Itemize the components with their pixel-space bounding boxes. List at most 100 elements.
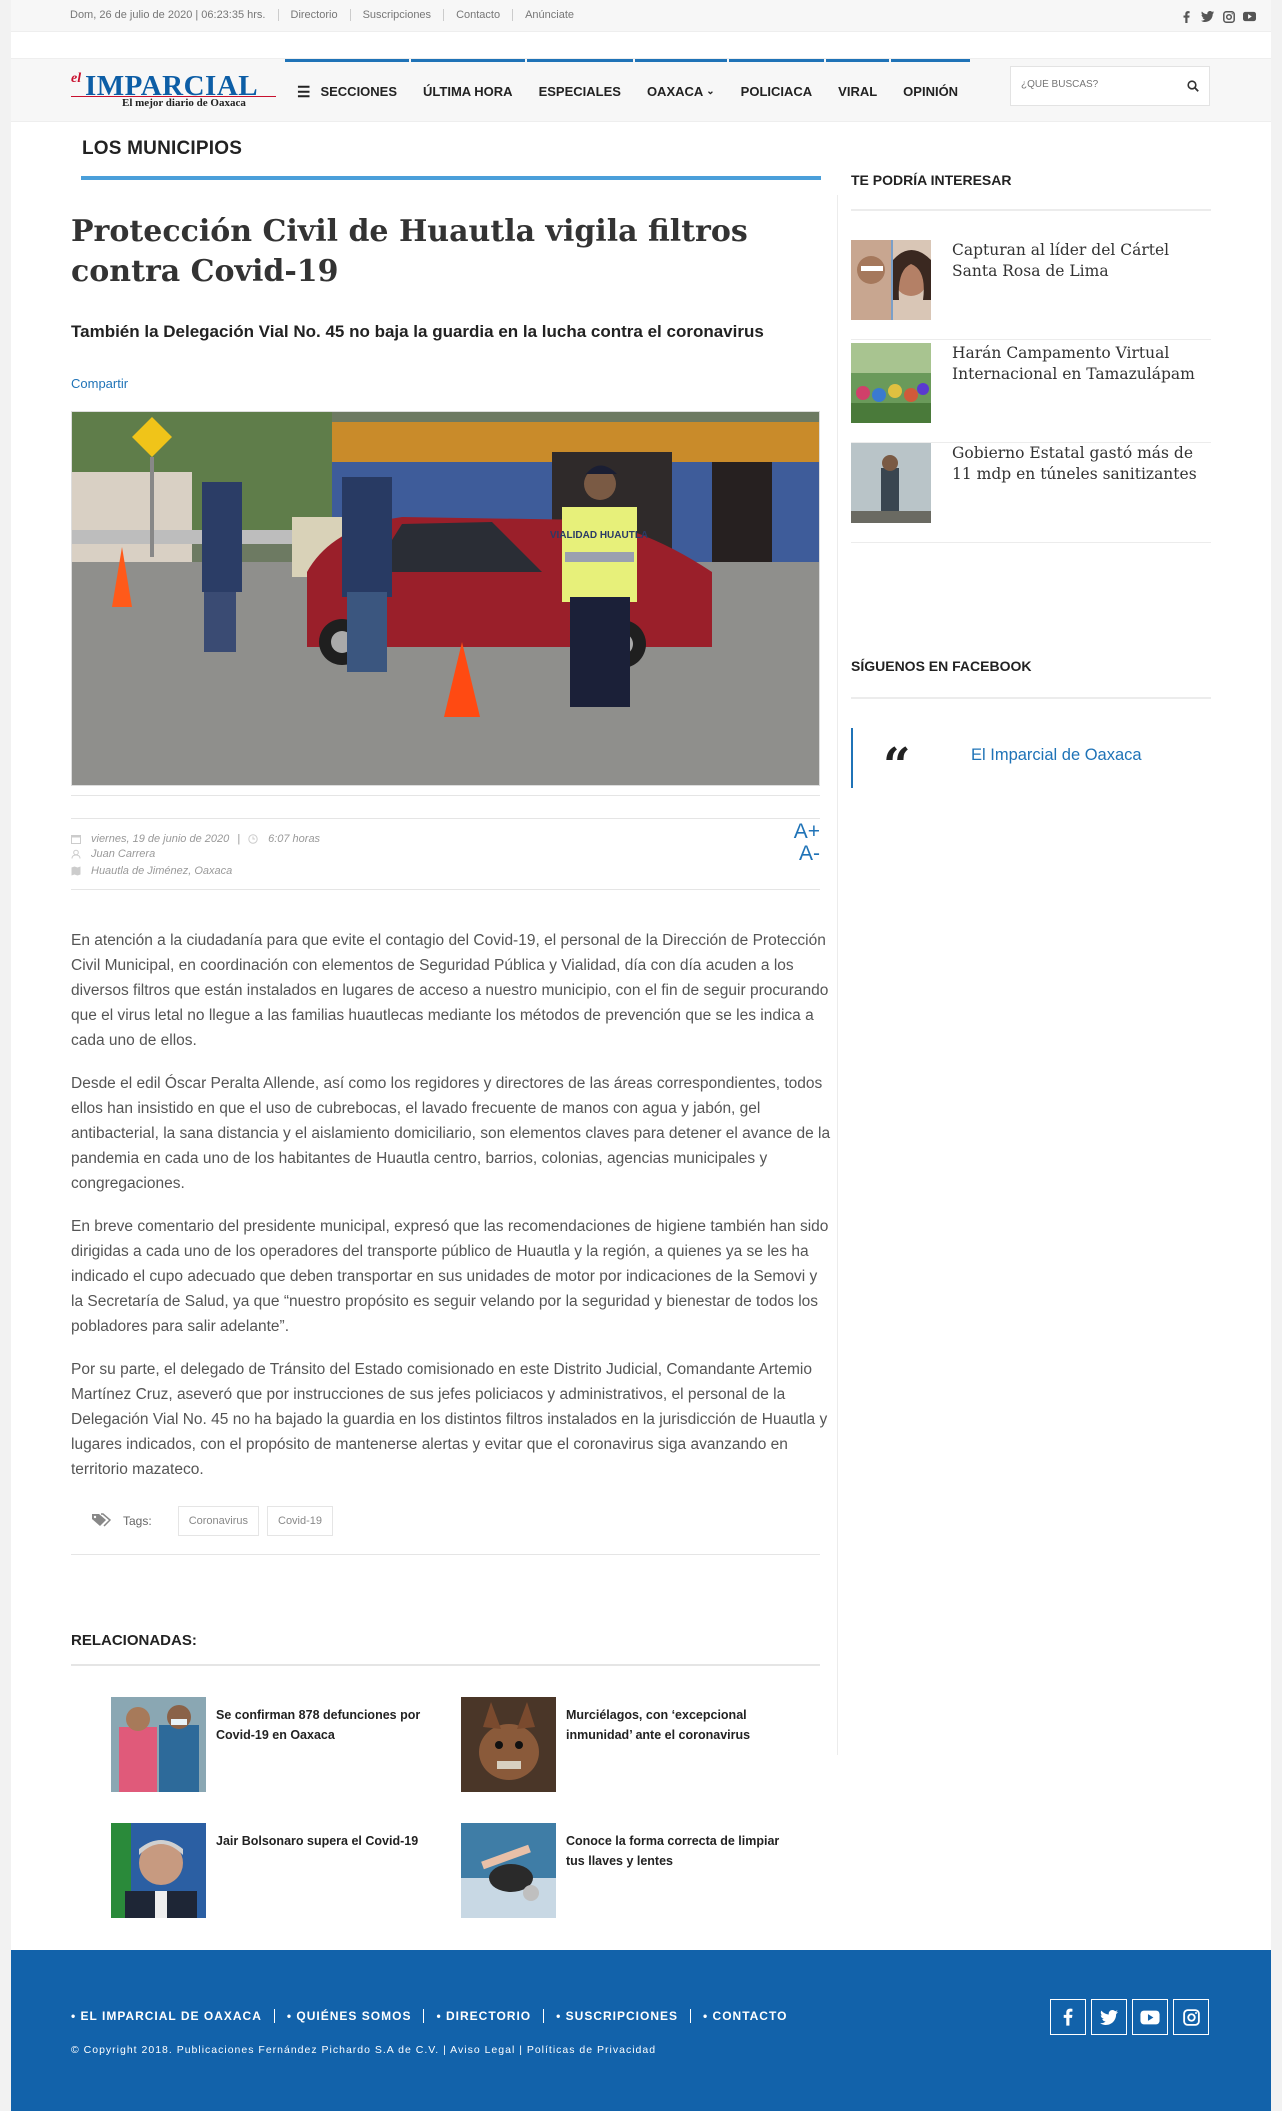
twitter-icon[interactable] xyxy=(1091,1999,1127,2035)
section-rule xyxy=(81,176,821,180)
article-date: viernes, 19 de junio de 2020 xyxy=(91,833,230,845)
map-icon xyxy=(71,866,81,876)
footer-link[interactable]: • EL IMPARCIAL DE OAXACA xyxy=(71,2009,274,2023)
sidebar-interest-title: TE PODRÍA INTERESAR xyxy=(851,172,1012,188)
search-box xyxy=(1010,66,1210,106)
related-title-text[interactable]: Murciélagos, con ‘excepcional inmunidad’… xyxy=(566,1705,791,1792)
search-input[interactable] xyxy=(1021,79,1171,90)
nav-ultima-hora[interactable]: ÚLTIMA HORA xyxy=(411,59,525,121)
article-paragraph: En breve comentario del presidente munic… xyxy=(71,1218,829,1335)
article-paragraph: Por su parte, el delegado de Tránsito de… xyxy=(71,1361,828,1478)
sidebar-article[interactable]: Capturan al líder del Cártel Santa Rosa … xyxy=(851,240,1211,340)
site-footer: • EL IMPARCIAL DE OAXACA • QUIÉNES SOMOS… xyxy=(11,1950,1271,2111)
search-icon[interactable] xyxy=(1187,79,1199,97)
footer-copyright: © Copyright 2018. Publicaciones Fernánde… xyxy=(71,2044,657,2056)
meta-date-row: viernes, 19 de junio de 2020 | 6:07 hora… xyxy=(71,833,320,845)
link-anunciate[interactable]: Anúnciate xyxy=(512,9,586,21)
link-contacto[interactable]: Contacto xyxy=(443,9,512,21)
sidebar-article-title[interactable]: Capturan al líder del Cártel Santa Rosa … xyxy=(952,240,1212,282)
share-link[interactable]: Compartir xyxy=(71,376,128,391)
article-time: 6:07 horas xyxy=(268,833,321,845)
related-thumbnail[interactable] xyxy=(461,1697,556,1792)
sidebar-rule xyxy=(851,209,1211,211)
tag-chip[interactable]: Covid-19 xyxy=(267,1506,334,1536)
site-header: el IMPARCIAL El mejor diario de Oaxaca ☰… xyxy=(11,58,1271,122)
nav-especiales[interactable]: ESPECIALES xyxy=(526,59,633,121)
article-meta: viernes, 19 de junio de 2020 | 6:07 hora… xyxy=(71,818,820,890)
nav-opinion[interactable]: OPINIÓN xyxy=(891,59,971,121)
tags-label: Tags: xyxy=(123,1514,152,1528)
sidebar-article[interactable]: Gobierno Estatal gastó más de 11 mdp en … xyxy=(851,443,1211,543)
logo-el: el xyxy=(71,71,82,86)
tags-row: Tags: Coronavirus Covid-19 xyxy=(91,1506,334,1536)
font-decrease-button[interactable]: A- xyxy=(794,843,820,865)
facebook-icon[interactable] xyxy=(1180,10,1193,23)
calendar-icon xyxy=(71,834,81,844)
instagram-icon[interactable] xyxy=(1173,1999,1209,2035)
sidebar-thumbnail[interactable] xyxy=(851,343,931,423)
article-title: Protección Civil de Huautla vigila filtr… xyxy=(71,214,748,289)
related-item[interactable]: Murciélagos, con ‘excepcional inmunidad’… xyxy=(461,1697,791,1792)
nav-label: SECCIONES xyxy=(320,84,398,99)
site-logo[interactable]: el IMPARCIAL El mejor diario de Oaxaca xyxy=(71,70,276,111)
related-thumbnail[interactable] xyxy=(461,1823,556,1918)
sidebar-divider xyxy=(837,195,838,1755)
meta-author-row: Juan Carrera xyxy=(71,848,155,860)
footer-links: • EL IMPARCIAL DE OAXACA • QUIÉNES SOMOS… xyxy=(71,2009,799,2023)
nav-label: OAXACA xyxy=(646,84,704,99)
related-title-text[interactable]: Conoce la forma correcta de limpiar tus … xyxy=(566,1831,791,1918)
menu-icon: ☰ xyxy=(297,83,311,101)
nav-oaxaca[interactable]: OAXACA ⌄ xyxy=(634,59,727,121)
article-location: Huautla de Jiménez, Oaxaca xyxy=(91,865,233,877)
sidebar-article-title[interactable]: Harán Campamento Virtual Internacional e… xyxy=(952,343,1212,385)
nav-policiaca[interactable]: POLICIACA xyxy=(728,59,825,121)
footer-link[interactable]: • SUSCRIPCIONES xyxy=(543,2009,690,2023)
related-title-text[interactable]: Jair Bolsonaro supera el Covid-19 xyxy=(216,1831,418,1918)
sidebar-thumbnail[interactable] xyxy=(851,443,931,523)
nav-viral[interactable]: VIRAL xyxy=(826,59,890,121)
facebook-page-link[interactable]: El Imparcial de Oaxaca xyxy=(971,746,1142,765)
related-thumbnail[interactable] xyxy=(111,1697,206,1792)
link-suscripciones[interactable]: Suscripciones xyxy=(349,9,443,21)
facebook-widget: “ El Imparcial de Oaxaca xyxy=(851,728,1211,794)
related-title: RELACIONADAS: xyxy=(71,1632,197,1649)
footer-link[interactable]: • CONTACTO xyxy=(690,2009,799,2023)
tag-chip[interactable]: Coronavirus xyxy=(177,1506,259,1536)
top-links: Dom, 26 de julio de 2020 | 06:23:35 hrs.… xyxy=(70,9,586,21)
chevron-down-icon: ⌄ xyxy=(706,86,715,97)
footer-social xyxy=(1050,1999,1209,2035)
youtube-icon[interactable] xyxy=(1243,10,1256,23)
instagram-icon[interactable] xyxy=(1222,10,1235,23)
page: Dom, 26 de julio de 2020 | 06:23:35 hrs.… xyxy=(11,0,1271,2111)
sidebar-facebook-title: SÍGUENOS EN FACEBOOK xyxy=(851,658,1032,674)
main-nav: ☰ SECCIONES ÚLTIMA HORA ESPECIALES OAXACA… xyxy=(285,59,972,121)
nav-secciones[interactable]: ☰ SECCIONES xyxy=(285,59,410,121)
logo-tagline: El mejor diario de Oaxaca xyxy=(122,97,246,109)
article-paragraph: Desde el edil Óscar Peralta Allende, así… xyxy=(71,1075,831,1192)
footer-link[interactable]: • QUIÉNES SOMOS xyxy=(273,2009,424,2023)
section-title[interactable]: LOS MUNICIPIOS xyxy=(82,138,242,160)
related-rule xyxy=(71,1664,820,1666)
related-item[interactable]: Conoce la forma correcta de limpiar tus … xyxy=(461,1823,791,1918)
tags-icon xyxy=(91,1512,112,1530)
twitter-icon[interactable] xyxy=(1201,10,1214,23)
meta-separator: | xyxy=(237,833,241,845)
related-thumbnail[interactable] xyxy=(111,1823,206,1918)
related-item[interactable]: Se confirman 878 defunciones por Covid-1… xyxy=(111,1697,441,1792)
footer-link[interactable]: • DIRECTORIO xyxy=(423,2009,543,2023)
related-item[interactable]: Jair Bolsonaro supera el Covid-19 xyxy=(111,1823,441,1918)
meta-location-row: Huautla de Jiménez, Oaxaca xyxy=(71,865,232,877)
sidebar-article[interactable]: Harán Campamento Virtual Internacional e… xyxy=(851,343,1211,443)
article-subtitle: También la Delegación Vial No. 45 no baj… xyxy=(71,322,764,341)
article-photo: VIALIDAD HUAUTLA xyxy=(71,411,820,786)
font-increase-button[interactable]: A+ xyxy=(794,821,820,843)
photo-vest-text: VIALIDAD HUAUTLA xyxy=(550,530,648,541)
facebook-icon[interactable] xyxy=(1050,1999,1086,2035)
related-title-text[interactable]: Se confirman 878 defunciones por Covid-1… xyxy=(216,1705,441,1792)
youtube-icon[interactable] xyxy=(1132,1999,1168,2035)
current-date: Dom, 26 de julio de 2020 | 06:23:35 hrs. xyxy=(70,9,266,21)
sidebar-article-title[interactable]: Gobierno Estatal gastó más de 11 mdp en … xyxy=(952,443,1212,485)
sidebar-thumbnail[interactable] xyxy=(851,240,931,320)
article-body: En atención a la ciudadanía para que evi… xyxy=(71,928,831,1500)
link-directorio[interactable]: Directorio xyxy=(277,9,350,21)
